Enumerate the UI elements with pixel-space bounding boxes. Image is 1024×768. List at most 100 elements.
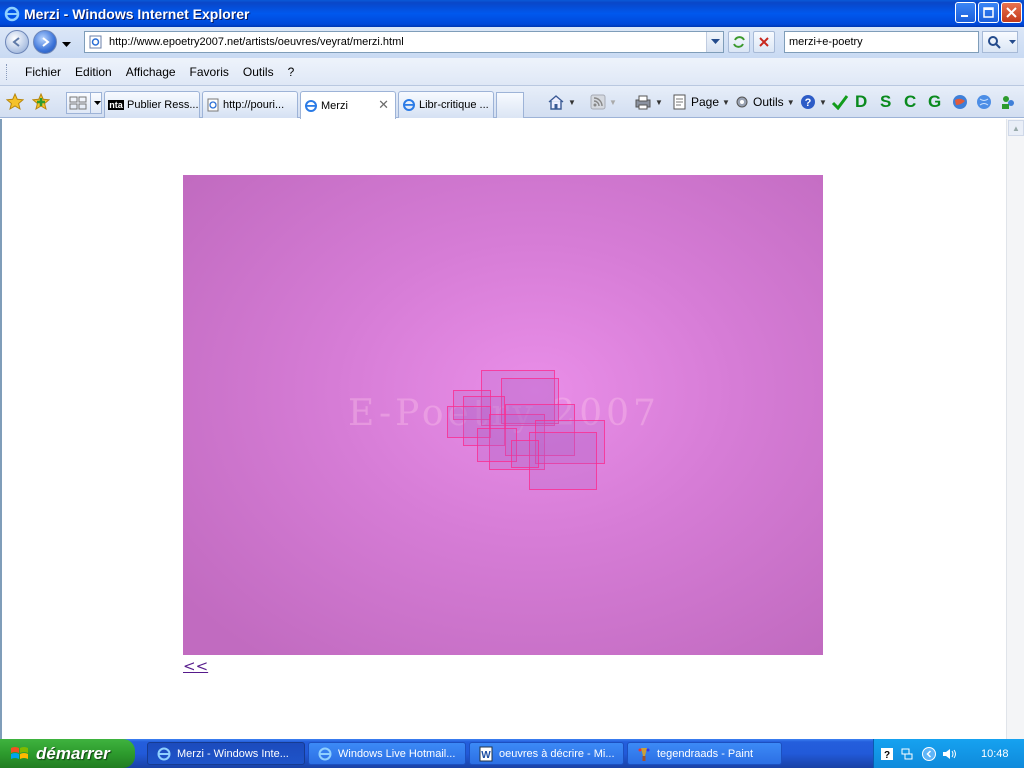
addon-button-3[interactable]	[1000, 92, 1016, 112]
title-bar: Merzi - Windows Internet Explorer	[0, 0, 1024, 27]
address-field[interactable]: http://www.epoetry2007.net/artists/oeuvr…	[84, 31, 724, 53]
svg-text:W: W	[481, 750, 491, 761]
menu-affichage[interactable]: Affichage	[119, 65, 183, 79]
clock: 10:48	[981, 747, 1009, 760]
refresh-button[interactable]	[728, 31, 750, 53]
menu-fichier[interactable]: Fichier	[18, 65, 68, 79]
page-menu-button[interactable]: Page ▼	[672, 92, 730, 112]
help-button[interactable]: ? ▼	[800, 92, 827, 112]
page-icon	[89, 35, 102, 49]
svg-text:?: ?	[884, 750, 890, 761]
taskbar-item-word[interactable]: W oeuvres à décrire - Mi...	[469, 742, 624, 765]
globe-icon	[953, 95, 967, 109]
d-letter: D	[855, 92, 868, 111]
chevron-down-icon	[62, 42, 71, 47]
globe-icon	[977, 95, 991, 109]
check-icon	[831, 95, 849, 110]
close-button[interactable]	[1001, 2, 1022, 23]
taskbar-item-hotmail[interactable]: Windows Live Hotmail...	[308, 742, 466, 765]
address-toolbar: http://www.epoetry2007.net/artists/oeuvr…	[0, 27, 1024, 58]
tab-label: Publier Ress...	[127, 99, 199, 111]
portrait-collage	[441, 370, 611, 490]
chevron-left-icon[interactable]	[922, 746, 936, 761]
paint-icon	[638, 747, 650, 761]
search-icon	[988, 36, 1001, 49]
new-tab-button[interactable]	[496, 92, 524, 118]
check-button[interactable]	[831, 92, 849, 112]
toolbar-c-button[interactable]: C	[904, 92, 916, 112]
merzi-artwork[interactable]: E-Poetry 2007	[183, 175, 823, 655]
search-button[interactable]	[982, 31, 1018, 53]
speaker-icon[interactable]	[941, 747, 959, 761]
print-button[interactable]: ▼	[634, 92, 663, 112]
chevron-down-icon: ▼	[609, 97, 617, 107]
forward-button[interactable]	[33, 30, 57, 54]
back-link[interactable]: <<	[183, 657, 208, 675]
close-icon	[1006, 7, 1017, 18]
chevron-down-icon	[710, 39, 720, 44]
ie-icon	[305, 99, 317, 112]
tools-label: Outils	[753, 95, 784, 109]
addon-button-1[interactable]	[952, 92, 968, 112]
back-button[interactable]	[5, 30, 29, 54]
svg-text:?: ?	[805, 97, 812, 109]
arrow-left-icon	[12, 37, 20, 47]
g-letter: G	[928, 92, 942, 111]
tab-merzi[interactable]: Merzi ✕	[300, 91, 396, 119]
stop-icon	[759, 37, 769, 47]
quick-tabs-button[interactable]	[66, 92, 102, 114]
close-tab-icon[interactable]: ✕	[378, 97, 389, 113]
toolbar-grip	[6, 64, 9, 80]
menu-outils[interactable]: Outils	[236, 65, 281, 79]
ie-icon	[403, 99, 415, 111]
start-label: démarrer	[36, 743, 110, 763]
stop-button[interactable]	[753, 31, 775, 53]
recent-pages-dropdown[interactable]	[62, 37, 71, 51]
address-dropdown[interactable]	[706, 32, 723, 52]
chevron-down-icon	[94, 100, 101, 105]
chevron-down-icon: ▼	[819, 97, 827, 107]
network-icon[interactable]	[900, 747, 914, 761]
ie-icon	[318, 747, 332, 760]
minimize-button[interactable]	[955, 2, 976, 23]
ie-icon	[4, 6, 20, 21]
favorites-center-button[interactable]	[5, 92, 25, 112]
tab-publier-ress[interactable]: nta Publier Ress...	[104, 91, 200, 118]
task-label: tegendraads - Paint	[657, 747, 754, 760]
menu-bar: Fichier Edition Affichage Favoris Outils…	[0, 58, 1024, 86]
search-input[interactable]: merzi+e-poetry	[784, 31, 979, 53]
toolbar-s-button[interactable]: S	[880, 92, 891, 112]
tab-pouri[interactable]: http://pouri...	[202, 91, 298, 118]
vertical-scrollbar[interactable]: ▲	[1006, 119, 1024, 739]
page-label: Page	[691, 95, 720, 109]
tools-menu-button[interactable]: Outils ▼	[734, 92, 795, 112]
tab-libr-critique[interactable]: Libr-critique ...	[398, 91, 494, 118]
scroll-up-button[interactable]: ▲	[1008, 120, 1024, 136]
tab-list-dropdown[interactable]	[90, 93, 101, 113]
tab-toolbar: nta Publier Ress... http://pouri... Merz…	[0, 86, 1024, 119]
tab-label: Merzi	[321, 99, 348, 112]
s-letter: S	[880, 92, 892, 111]
start-button[interactable]: démarrer	[0, 739, 135, 768]
menu-help[interactable]: ?	[281, 65, 302, 79]
people-icon	[1002, 96, 1014, 109]
toolbar-g-button[interactable]: G	[928, 92, 941, 112]
maximize-button[interactable]	[978, 2, 999, 23]
taskbar-item-merzi[interactable]: Merzi - Windows Inte...	[147, 742, 305, 765]
menu-edition[interactable]: Edition	[68, 65, 119, 79]
toolbar-d-button[interactable]: D	[855, 92, 867, 112]
help-icon: ?	[801, 95, 815, 109]
refresh-icon	[733, 36, 745, 48]
home-button[interactable]: ▼	[547, 92, 576, 112]
add-favorite-button[interactable]	[31, 92, 51, 112]
chevron-down-icon: ▼	[655, 97, 663, 107]
help-icon[interactable]: ?	[880, 747, 894, 761]
chevron-down-icon: ▼	[786, 97, 795, 107]
search-value: merzi+e-poetry	[789, 36, 863, 48]
feeds-button[interactable]: ▼	[590, 92, 617, 112]
addon-button-2[interactable]	[976, 92, 992, 112]
taskbar-item-paint[interactable]: tegendraads - Paint	[627, 742, 782, 765]
ie-icon	[157, 747, 171, 760]
collage-square	[511, 440, 539, 468]
menu-favoris[interactable]: Favoris	[183, 65, 236, 79]
